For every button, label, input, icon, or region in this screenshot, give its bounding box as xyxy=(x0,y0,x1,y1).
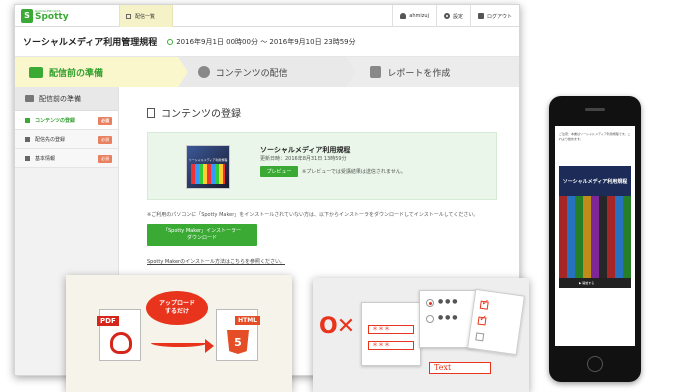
logout-label: ログアウト xyxy=(486,13,512,20)
keyboard-icon xyxy=(29,66,43,78)
required-badge: 必須 xyxy=(98,155,112,163)
title-row: ソーシャルメディア利用管理規程 2016年9月1日 00時00分 ～ 2016年… xyxy=(15,27,519,57)
pdf-label: PDF xyxy=(97,316,119,326)
step-bar: 配信前の準備 コンテンツの配信 レポートを作成 xyxy=(15,57,519,87)
thumbnail-caption: ソーシャルメディア利用規程 xyxy=(188,158,228,162)
install-notice: ※ご利用のパソコンに「Spotty Maker」をインストールされていない方は、… xyxy=(147,212,479,218)
ox-quiz-icon: O✕ xyxy=(319,314,355,339)
sidebar-item-label: コンテンツの登録 xyxy=(35,117,76,124)
logout-icon xyxy=(477,13,484,19)
text-field-card: ＊＊＊ ＊＊＊ xyxy=(361,302,421,366)
arrowhead-icon xyxy=(205,339,214,353)
preview-button[interactable]: プレビュー xyxy=(260,166,298,177)
step-label: 配信前の準備 xyxy=(49,68,104,79)
checkbox-card xyxy=(467,288,525,356)
step-report[interactable]: レポートを作成 xyxy=(346,57,519,87)
top-bar: S GOOGLEBOOKS Spotty 配信一覧 ahmizuj 設定 ログア… xyxy=(15,5,519,27)
bubble-line2: するだけ xyxy=(164,308,189,315)
phone-mockup: ご注意：本書はソーシャルメディア利用規程です。これより始めます。 ソーシャルメデ… xyxy=(549,96,641,382)
quiz-feature-panel: O✕ ＊＊＊ ＊＊＊ ● ● ● ● ● ● Text xyxy=(313,278,529,392)
spotty-logo[interactable]: S GOOGLEBOOKS Spotty xyxy=(21,5,69,27)
download-button-line1: 「Spotty Maker」インストーラー xyxy=(162,227,241,234)
logo-name: Spotty xyxy=(35,11,69,22)
radio-option-text: ● ● ● xyxy=(438,314,458,321)
section-title: コンテンツの登録 xyxy=(147,105,519,120)
speaker-icon xyxy=(585,108,605,111)
phone-content-image xyxy=(559,196,631,278)
sidebar-header-label: 配信前の準備 xyxy=(39,94,81,103)
step-deliver[interactable]: コンテンツの配信 xyxy=(177,57,356,87)
clock-icon xyxy=(167,38,174,45)
phone-body-text: ご注意：本書はソーシャルメディア利用規程です。これより始めます。 xyxy=(559,132,631,141)
required-badge: 必須 xyxy=(98,136,112,144)
sidebar-item-label: 基本情報 xyxy=(35,155,56,162)
html5-icon: 5 xyxy=(227,330,249,354)
content-icon xyxy=(25,117,30,123)
upload-feature-panel: PDF アップロード するだけ HTML 5 xyxy=(66,275,292,392)
page-title: ソーシャルメディア利用管理規程 xyxy=(23,38,158,48)
download-button-line2: ダウンロード xyxy=(186,235,217,241)
acrobat-icon xyxy=(110,332,132,354)
arrow-icon xyxy=(151,339,207,347)
checkbox-icon xyxy=(477,316,487,326)
user-menu[interactable]: ahmizuj xyxy=(392,5,436,27)
radio-icon xyxy=(426,299,434,307)
logout-link[interactable]: ログアウト xyxy=(469,5,519,27)
delivery-period: 2016年9月1日 00時00分 ～ 2016年9月10日 23時59分 xyxy=(167,37,356,47)
copy-icon xyxy=(147,107,155,118)
phone-screen: ご注意：本書はソーシャルメディア利用規程です。これより始めます。 ソーシャルメデ… xyxy=(555,126,635,346)
radio-icon xyxy=(426,315,434,323)
upload-bubble: アップロード するだけ xyxy=(146,291,208,325)
preview-note: ※プレビューでは受講結果は送信されません。 xyxy=(302,169,406,175)
step-prepare[interactable]: 配信前の準備 xyxy=(15,57,188,87)
phone-start-button[interactable]: ▶ 開始する xyxy=(559,278,631,288)
logo-icon: S xyxy=(21,8,33,23)
stage: S GOOGLEBOOKS Spotty 配信一覧 ahmizuj 設定 ログア… xyxy=(0,0,700,392)
mail-icon xyxy=(25,136,30,142)
content-title: ソーシャルメディア利用規程 xyxy=(260,146,351,154)
required-badge: 必須 xyxy=(98,117,112,125)
bubble-line1: アップロード xyxy=(158,300,195,308)
content-card: ソーシャルメディア利用規程 ソーシャルメディア利用規程 更新日時：2016年8月… xyxy=(147,132,497,200)
updated-at: 更新日時：2016年8月31日 13時59分 xyxy=(260,156,347,162)
sidebar-item-label: 配信先の登録 xyxy=(35,136,66,143)
radio-option-text: ● ● ● xyxy=(438,298,458,305)
home-button-icon xyxy=(587,356,603,372)
user-name: ahmizuj xyxy=(409,13,429,19)
report-icon xyxy=(370,66,382,78)
step-label: レポートを作成 xyxy=(387,68,451,79)
html-label: HTML xyxy=(235,316,260,325)
settings-label: 設定 xyxy=(452,13,463,20)
sidebar-item-recipient-registration[interactable]: 配信先の登録 必須 xyxy=(15,130,118,149)
content-thumbnail[interactable]: ソーシャルメディア利用規程 xyxy=(186,145,230,189)
delivery-period-text: 2016年9月1日 00時00分 ～ 2016年9月10日 23時59分 xyxy=(176,37,356,46)
nav-tab-label: 配信一覧 xyxy=(135,13,156,20)
checkbox-icon xyxy=(475,332,485,342)
text-field: ＊＊＊ xyxy=(368,341,414,350)
install-howto-link[interactable]: Spotty Makerのインストール方法はこちらを参照ください。 xyxy=(147,258,519,265)
nav-tab-delivery-list[interactable]: 配信一覧 xyxy=(119,5,173,27)
html-document-icon: HTML 5 xyxy=(216,309,260,361)
thumbnail-image xyxy=(191,164,225,184)
document-icon xyxy=(25,155,30,161)
section-title-text: コンテンツの登録 xyxy=(161,109,241,120)
list-icon xyxy=(126,13,131,19)
download-installer-button[interactable]: 「Spotty Maker」インストーラー ダウンロード xyxy=(147,224,257,246)
send-icon xyxy=(197,66,210,78)
gear-icon xyxy=(443,13,450,19)
text-input-illustration: Text xyxy=(429,362,491,374)
text-field: ＊＊＊ xyxy=(368,325,414,334)
user-icon xyxy=(400,13,407,19)
sidebar-item-basic-info[interactable]: 基本情報 必須 xyxy=(15,149,118,168)
sidebar-header: 配信前の準備 xyxy=(15,87,118,111)
pdf-document-icon: PDF xyxy=(97,309,141,361)
settings-link[interactable]: 設定 xyxy=(435,5,470,27)
sidebar-item-content-registration[interactable]: コンテンツの登録 必須 xyxy=(15,111,118,130)
checkbox-icon xyxy=(479,300,489,310)
keyboard-icon xyxy=(25,95,34,102)
phone-content-title: ソーシャルメディア利用規程 xyxy=(559,166,631,196)
step-label: コンテンツの配信 xyxy=(215,68,288,79)
